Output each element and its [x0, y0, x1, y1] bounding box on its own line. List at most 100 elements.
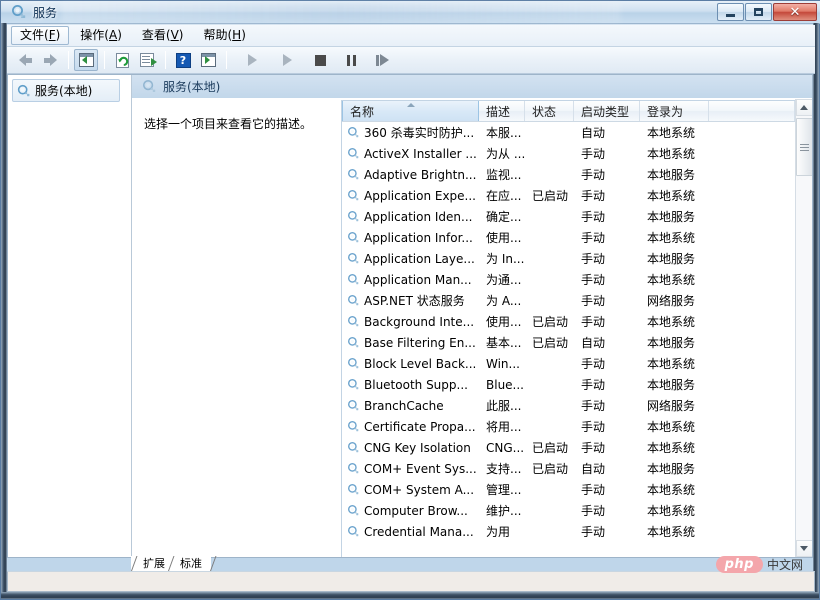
resume-service-button[interactable]: [275, 49, 299, 71]
minimize-button[interactable]: [717, 3, 744, 21]
service-status-cell: 已启动: [532, 336, 569, 350]
scroll-down-button[interactable]: [795, 540, 812, 557]
close-icon: ✕: [789, 4, 801, 20]
menu-help[interactable]: 帮助(H): [194, 26, 254, 45]
service-description-cell: 使用...: [486, 231, 522, 245]
toolbar-separator-4: [226, 51, 227, 69]
service-logon-cell: 本地服务: [647, 210, 696, 224]
column-header-spacer[interactable]: [709, 101, 795, 121]
tree-item-services-local[interactable]: 服务(本地): [12, 79, 120, 102]
table-row[interactable]: COM+ System A... 管理... 手动 本地系统: [342, 479, 795, 500]
table-row[interactable]: ActiveX Installer ... 为从 ... 手动 本地系统: [342, 143, 795, 164]
table-row[interactable]: Background Inte... 使用... 已启动 手动 本地系统: [342, 311, 795, 332]
table-row[interactable]: Certificate Propa... 将用... 手动 本地系统: [342, 416, 795, 437]
pause-service-button[interactable]: [339, 49, 363, 71]
menu-action[interactable]: 操作(A): [71, 26, 131, 45]
start-service-button[interactable]: [240, 49, 264, 71]
scrollbar-track[interactable]: [795, 116, 812, 540]
help-button[interactable]: ?: [171, 49, 195, 71]
pause-service-icon: [346, 54, 356, 66]
close-button[interactable]: ✕: [773, 3, 817, 21]
service-description-cell: 使用...: [486, 315, 522, 329]
list-vertical-scrollbar[interactable]: [795, 99, 812, 557]
services-gear-icon: [347, 252, 360, 265]
table-row[interactable]: Application Iden... 确定... 手动 本地服务: [342, 206, 795, 227]
tab-standard[interactable]: 标准: [168, 556, 211, 571]
start-service-icon: [247, 54, 257, 66]
maximize-button[interactable]: [745, 3, 772, 21]
forward-button[interactable]: [38, 49, 62, 71]
table-row[interactable]: CNG Key Isolation CNG... 已启动 手动 本地系统: [342, 437, 795, 458]
table-row[interactable]: Bluetooth Supp... Blue... 手动 本地服务: [342, 374, 795, 395]
scrollbar-thumb[interactable]: [795, 118, 812, 176]
chevron-down-icon: [800, 546, 808, 551]
column-header-log-on-as[interactable]: 登录为: [640, 101, 709, 121]
service-description-cell: 将用...: [486, 420, 522, 434]
service-name-cell: ASP.NET 状态服务: [342, 292, 479, 309]
service-description-cell: Blue...: [486, 377, 524, 392]
table-row[interactable]: Base Filtering En... 基本... 已启动 自动 本地服务: [342, 332, 795, 353]
column-header-status[interactable]: 状态: [525, 101, 574, 121]
table-row[interactable]: Application Expe... 在应... 已启动 手动 本地系统: [342, 185, 795, 206]
status-bar: [7, 571, 815, 592]
service-logon-cell: 本地系统: [647, 315, 696, 329]
services-list-view[interactable]: 名称 描述 状态 启动类型 登录为 360 杀毒实时防护... 本服... 自动…: [341, 100, 795, 557]
services-rows: 360 杀毒实时防护... 本服... 自动 本地系统 ActiveX Installe…: [342, 122, 795, 557]
service-logon-cell: 本地系统: [647, 189, 696, 203]
column-header-startup-type[interactable]: 启动类型: [574, 101, 640, 121]
service-startup-type-cell: 手动: [581, 315, 606, 329]
table-row[interactable]: Computer Brow... 维护... 手动 本地系统: [342, 500, 795, 521]
description-placeholder-text: 选择一个项目来查看它的描述。: [144, 117, 313, 131]
title-bar[interactable]: 服务 ✕: [1, 1, 820, 24]
service-name-cell: 360 杀毒实时防护...: [342, 124, 479, 141]
services-gear-icon: [347, 420, 360, 433]
service-name-label: Application Man...: [364, 272, 472, 287]
service-name-label: Credential Mana...: [364, 524, 474, 539]
service-name-label: CNG Key Isolation: [364, 440, 471, 455]
service-name-cell: Certificate Propa...: [342, 420, 479, 434]
service-status-cell: 已启动: [532, 315, 569, 329]
export-list-icon: [140, 53, 157, 67]
table-row[interactable]: 360 杀毒实时防护... 本服... 自动 本地系统: [342, 122, 795, 143]
scroll-up-button[interactable]: [795, 99, 812, 116]
window-frame-bottom: [1, 592, 819, 599]
services-gear-icon: [347, 294, 360, 307]
menu-file[interactable]: 文件(F): [11, 26, 70, 45]
service-logon-cell: 本地系统: [647, 147, 696, 161]
table-row[interactable]: Application Infor... 使用... 手动 本地系统: [342, 227, 795, 248]
results-pane-title: 服务(本地): [163, 80, 221, 94]
service-startup-type-cell: 手动: [581, 504, 606, 518]
forward-icon: [43, 54, 57, 66]
back-button[interactable]: [13, 49, 37, 71]
table-row[interactable]: ASP.NET 状态服务 为 A... 手动 网络服务: [342, 290, 795, 311]
column-header-description[interactable]: 描述: [479, 101, 525, 121]
properties-button[interactable]: [196, 49, 220, 71]
table-row[interactable]: Application Laye... 为 In... 手动 本地服务: [342, 248, 795, 269]
table-row[interactable]: Application Man... 为通... 手动 本地系统: [342, 269, 795, 290]
service-logon-cell: 本地系统: [647, 273, 696, 287]
service-name-label: Bluetooth Supp...: [364, 377, 468, 392]
refresh-icon: [115, 52, 129, 68]
service-logon-cell: 本地系统: [647, 441, 696, 455]
table-row[interactable]: BranchCache 此服... 手动 网络服务: [342, 395, 795, 416]
service-name-cell: Background Inte...: [342, 315, 479, 329]
restart-service-button[interactable]: [370, 49, 394, 71]
services-gear-icon: [347, 189, 360, 202]
table-row[interactable]: COM+ Event Sys... 支持... 已启动 自动 本地服务: [342, 458, 795, 479]
refresh-button[interactable]: [110, 49, 134, 71]
column-header-name[interactable]: 名称: [342, 101, 479, 121]
show-hide-tree-button[interactable]: [74, 49, 98, 71]
stop-service-button[interactable]: [308, 49, 332, 71]
toolbar-separator-3: [165, 51, 166, 69]
export-list-button[interactable]: [135, 49, 159, 71]
table-row[interactable]: Credential Mana... 为用 手动 本地系统: [342, 521, 795, 542]
service-logon-cell: 本地服务: [647, 252, 696, 266]
service-name-cell: COM+ System A...: [342, 483, 479, 497]
table-row[interactable]: Adaptive Brightn... 监视... 手动 本地服务: [342, 164, 795, 185]
menu-view[interactable]: 查看(V): [133, 26, 193, 45]
service-name-cell: Bluetooth Supp...: [342, 378, 479, 392]
service-name-label: BranchCache: [364, 398, 444, 413]
service-name-cell: Block Level Back...: [342, 357, 479, 371]
table-row[interactable]: Block Level Back... Win... 手动 本地系统: [342, 353, 795, 374]
service-name-cell: Adaptive Brightn...: [342, 168, 479, 182]
